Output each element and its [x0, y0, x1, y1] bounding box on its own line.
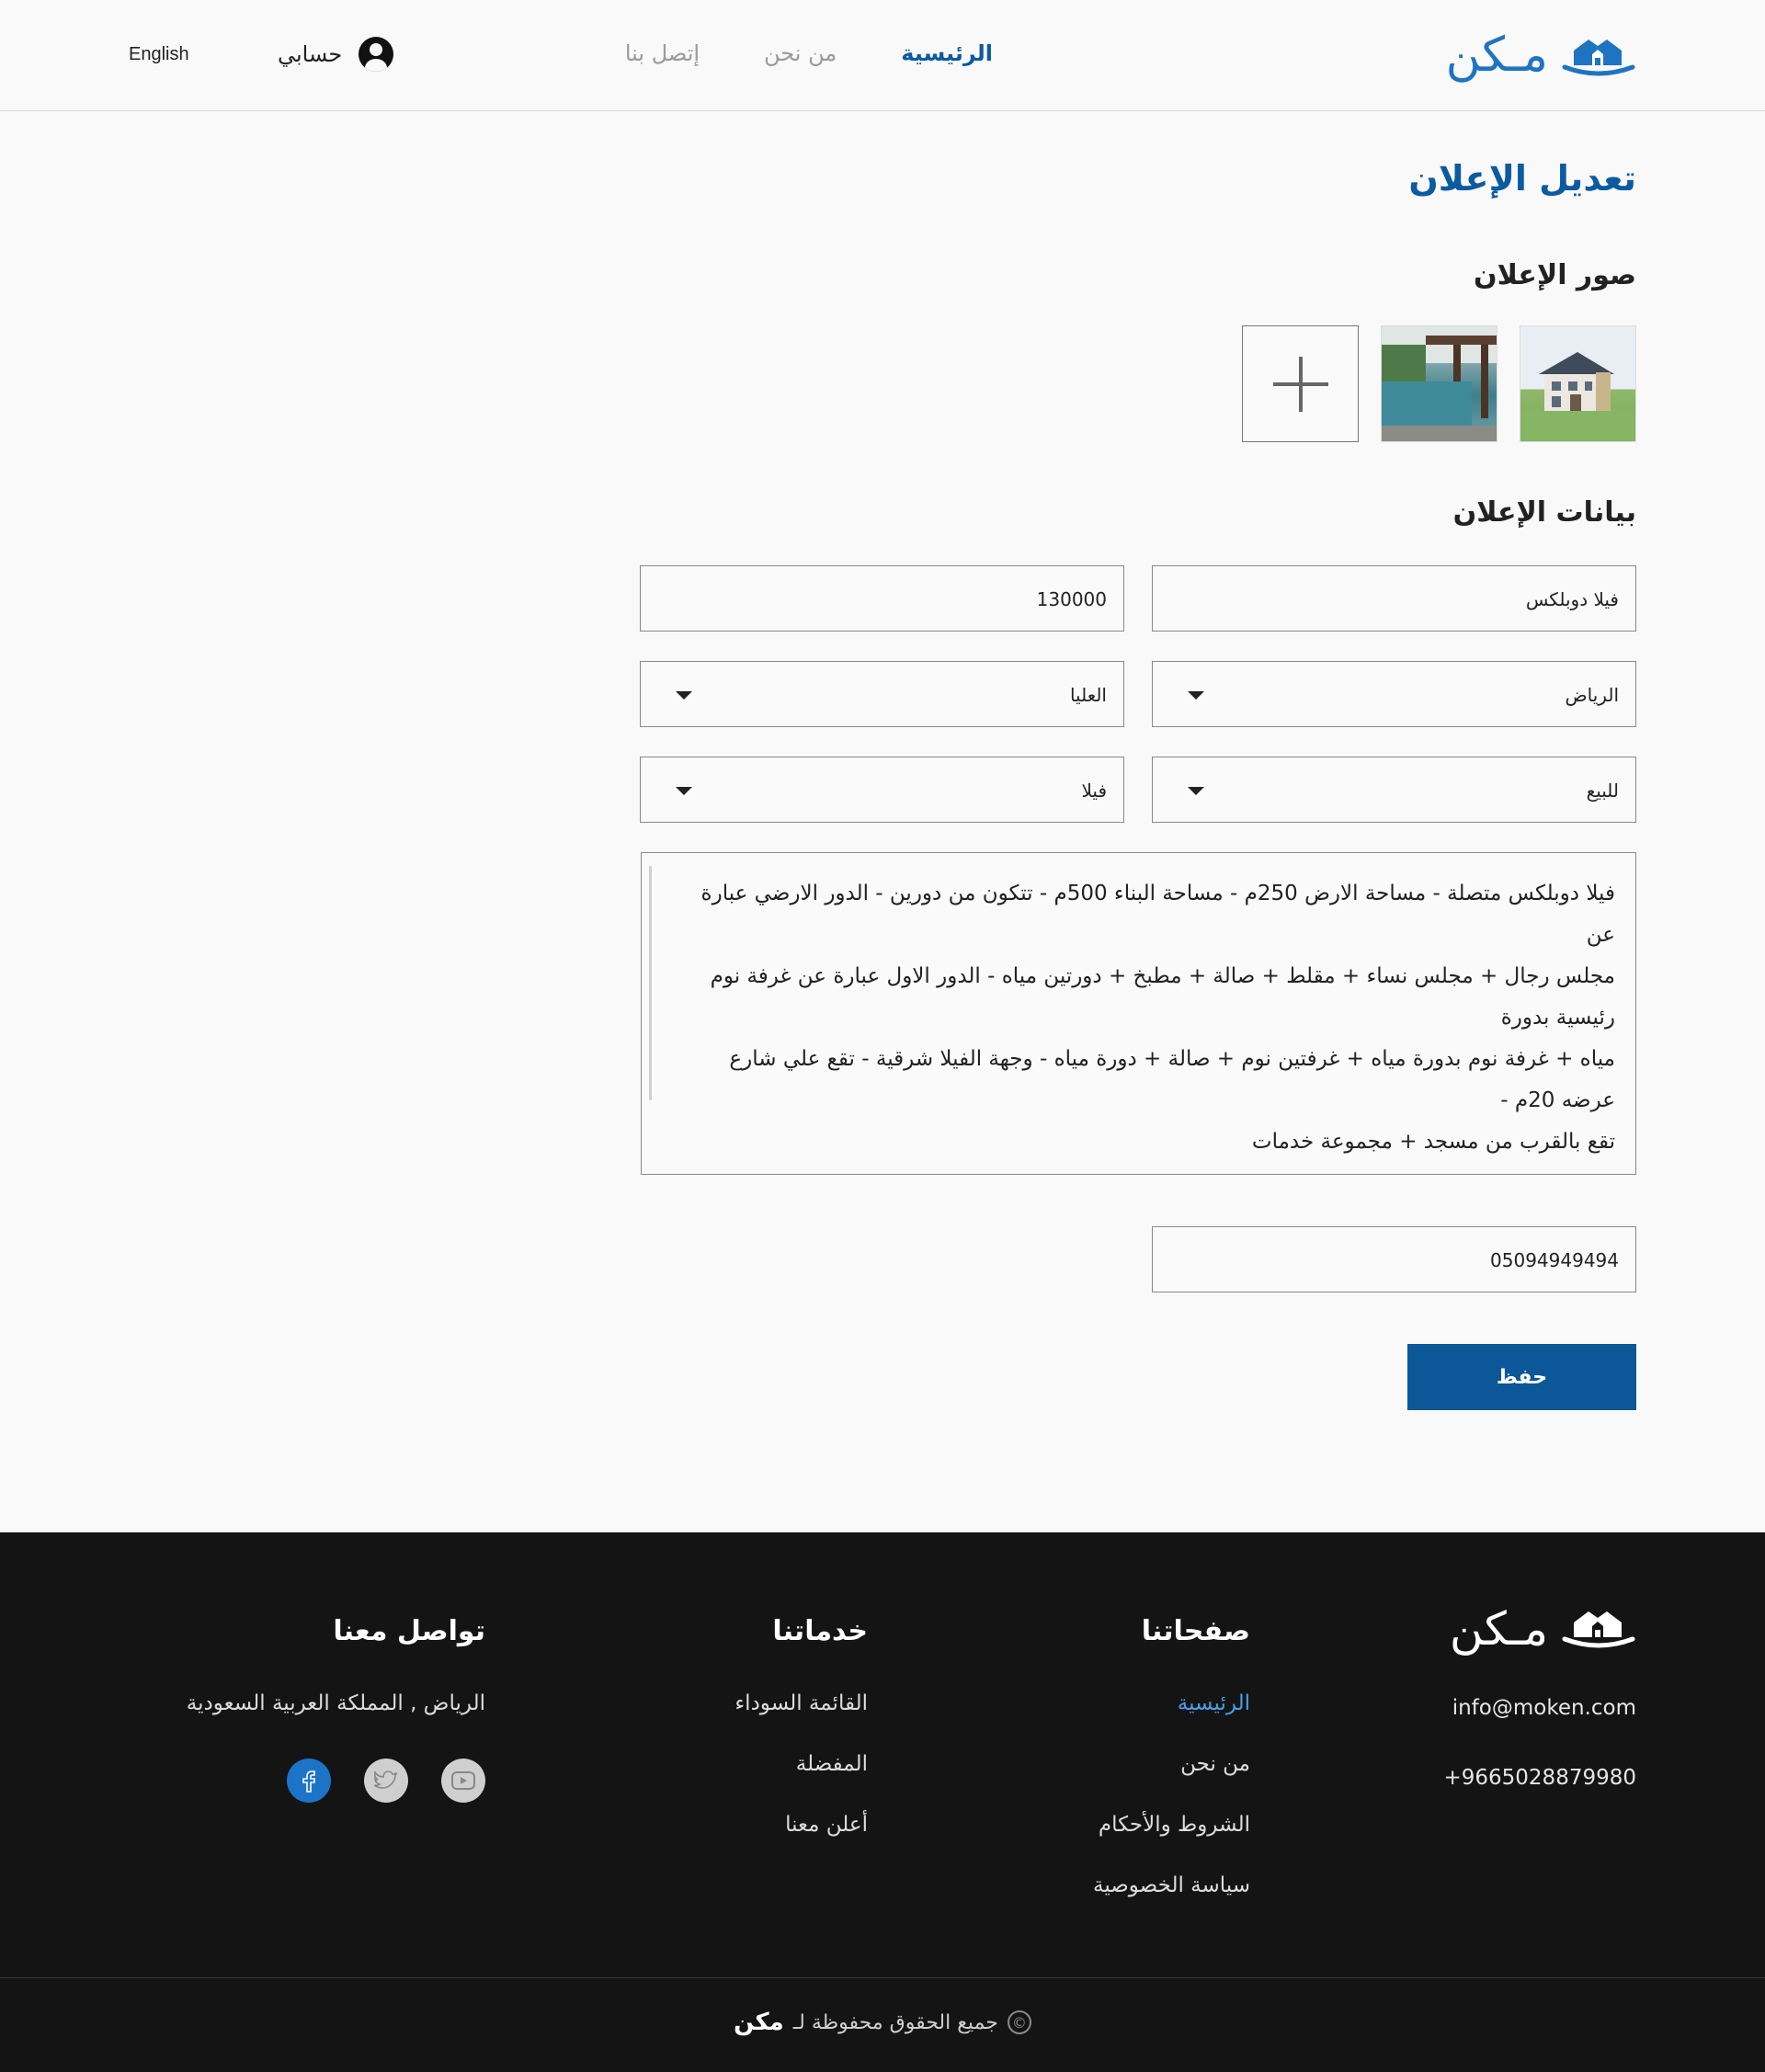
nav-contact[interactable]: إتصل بنا: [625, 40, 700, 66]
footer-contact-column: تواصل معنا الرياض , المملكة العربية السع…: [187, 1615, 485, 1752]
main-nav: الرئيسية من نحن إتصل بنا: [625, 40, 993, 66]
chevron-down-icon: [1188, 787, 1204, 795]
footer-link-about[interactable]: من نحن: [1093, 1752, 1250, 1776]
photo-gallery: [1242, 325, 1636, 442]
district-value: العليا: [1069, 684, 1107, 706]
city-select[interactable]: الرياض: [1152, 661, 1636, 727]
site-footer: مـكن info@moken.com +9665028879980 صفحات…: [0, 1532, 1765, 2072]
district-select[interactable]: العليا: [640, 661, 1124, 727]
house-logo-icon: [1561, 32, 1636, 78]
footer-link-blacklist[interactable]: القائمة السوداء: [734, 1691, 868, 1715]
footer-link-home[interactable]: الرئيسية: [1093, 1691, 1250, 1715]
textarea-scrollbar[interactable]: [649, 866, 652, 1100]
footer-brand-logo[interactable]: مـكن: [1450, 1606, 1636, 1652]
chevron-down-icon: [1188, 691, 1204, 700]
footer-link-advertise[interactable]: أعلن معنا: [734, 1813, 868, 1837]
footer-services-title: خدماتنا: [772, 1615, 868, 1647]
price-field[interactable]: 130000: [640, 565, 1124, 632]
chevron-down-icon: [676, 691, 692, 700]
account-label: حسابي: [278, 41, 343, 67]
property-type-select[interactable]: فيلا: [640, 757, 1124, 823]
copyright: © جميع الحقوق محفوظة لـ مكن: [0, 2009, 1765, 2036]
ad-data-section-title: بيانات الإعلان: [1452, 496, 1636, 529]
copyright-text: جميع الحقوق محفوظة لـ: [792, 2010, 998, 2034]
site-header: مـكن الرئيسية من نحن إتصل بنا حسابي Engl…: [0, 0, 1765, 111]
nav-about[interactable]: من نحن: [764, 40, 837, 66]
ad-photo-pool[interactable]: [1381, 325, 1497, 442]
youtube-icon[interactable]: [441, 1759, 485, 1803]
chevron-down-icon: [676, 787, 692, 795]
price-value: 130000: [1036, 588, 1107, 610]
language-switch[interactable]: English: [129, 44, 189, 65]
copyright-icon: ©: [1007, 2010, 1031, 2034]
user-avatar-icon: [359, 37, 394, 72]
city-value: الرياض: [1565, 684, 1619, 706]
footer-services-column: خدماتنا القائمة السوداء المفضلة أعلن معن…: [734, 1615, 868, 1873]
house-logo-icon: [1562, 1611, 1635, 1648]
house-thumbnail-image: [1520, 352, 1635, 441]
account-menu[interactable]: حسابي: [278, 37, 394, 72]
footer-pages-column: صفحاتنا الرئيسية من نحن الشروط والأحكام …: [1093, 1615, 1250, 1934]
social-links: [287, 1759, 485, 1803]
description-text: فيلا دوبلكس متصلة - مساحة الارض 250م - م…: [700, 882, 1615, 1154]
ad-title-field[interactable]: فيلا دوبلكس: [1152, 565, 1636, 632]
footer-contact-title: تواصل معنا: [333, 1615, 485, 1647]
footer-link-privacy[interactable]: سياسة الخصوصية: [1093, 1873, 1250, 1897]
footer-brand-name: مـكن: [1449, 1602, 1548, 1656]
ad-photo-house[interactable]: [1520, 325, 1636, 442]
phone-field[interactable]: 05094949494: [1152, 1226, 1636, 1292]
property-type-value: فيلا: [1081, 780, 1107, 802]
footer-link-favorites[interactable]: المفضلة: [734, 1752, 868, 1776]
purpose-select[interactable]: للبيع: [1152, 757, 1636, 823]
page-title: تعديل الإعلان: [1408, 158, 1636, 199]
pool-thumbnail-image: [1382, 326, 1497, 441]
purpose-value: للبيع: [1586, 780, 1619, 802]
footer-pages-title: صفحاتنا: [1141, 1615, 1250, 1647]
footer-phone[interactable]: +9665028879980: [1443, 1766, 1636, 1790]
footer-email[interactable]: info@moken.com: [1452, 1696, 1636, 1720]
phone-value: 05094949494: [1490, 1249, 1619, 1271]
footer-divider: [0, 1977, 1765, 1978]
add-photo-button[interactable]: [1242, 325, 1359, 442]
nav-home[interactable]: الرئيسية: [901, 40, 993, 66]
facebook-icon[interactable]: [287, 1759, 331, 1803]
copyright-brand: مكن: [734, 2009, 784, 2036]
description-textarea[interactable]: فيلا دوبلكس متصلة - مساحة الارض 250م - م…: [641, 852, 1636, 1175]
brand-name: مـكن: [1445, 28, 1548, 83]
photos-section-title: صور الإعلان: [1473, 259, 1636, 291]
save-button[interactable]: حفظ: [1407, 1344, 1636, 1410]
ad-title-value: فيلا دوبلكس: [1525, 588, 1619, 610]
footer-address: الرياض , المملكة العربية السعودية: [186, 1691, 485, 1715]
brand-logo[interactable]: مـكن: [1446, 28, 1636, 83]
twitter-icon[interactable]: [364, 1759, 408, 1803]
footer-link-terms[interactable]: الشروط والأحكام: [1093, 1813, 1250, 1837]
